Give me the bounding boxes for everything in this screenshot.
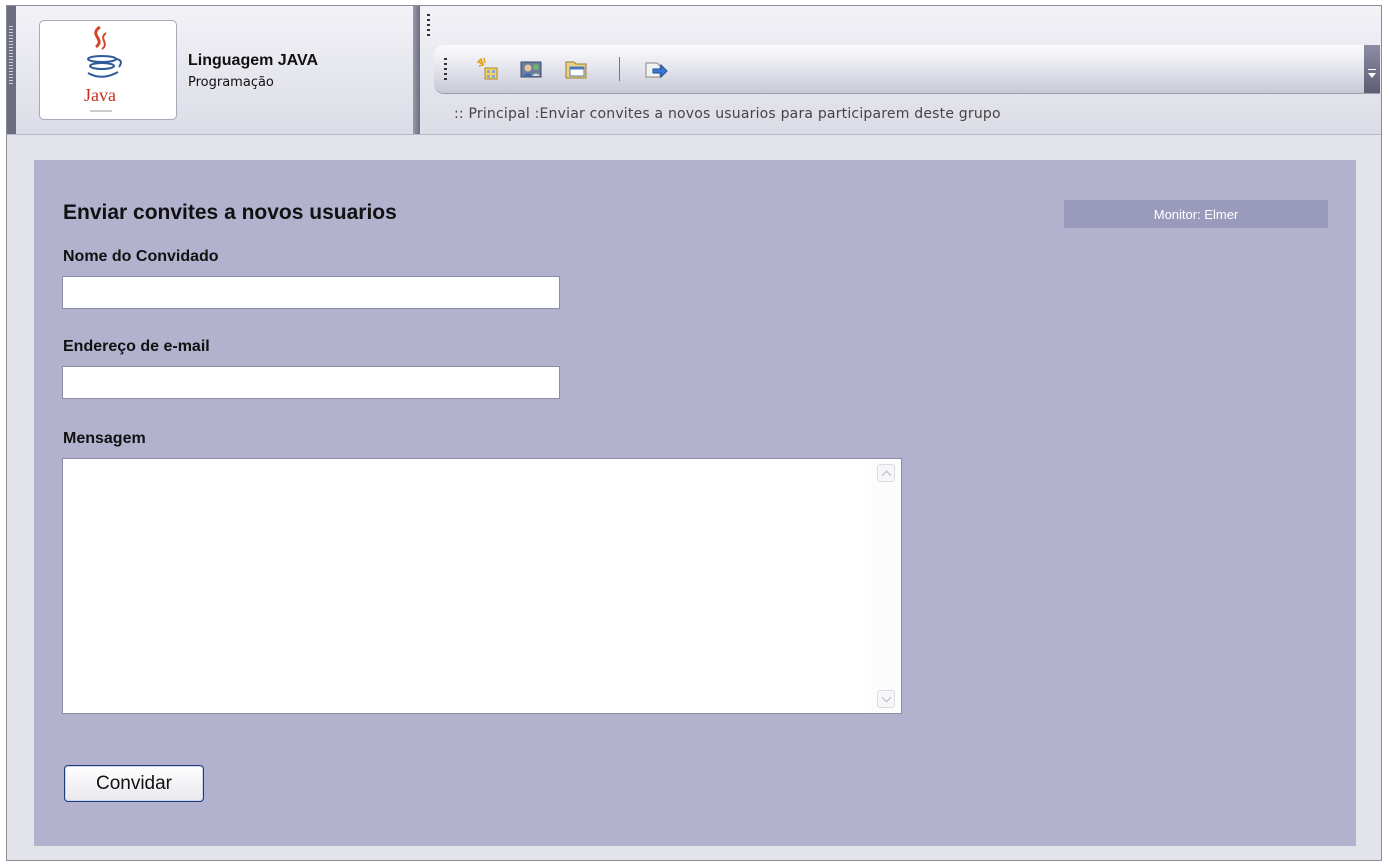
header: Java Linguagem JAVA Programação:: Princ…	[7, 6, 1381, 135]
new-items-button[interactable]	[474, 55, 502, 83]
chevron-up-icon	[881, 470, 891, 480]
forward-icon	[645, 62, 668, 79]
breadcrumb: :: Principal :Enviar convites a novos us…	[454, 106, 1001, 122]
app-window: Java Linguagem JAVA Programação:: Princ…	[6, 5, 1382, 861]
folder-window-button[interactable]	[562, 55, 590, 83]
chevron-down-icon	[881, 692, 891, 702]
contacts-button[interactable]	[517, 55, 545, 83]
sidebar-grip[interactable]	[7, 6, 16, 134]
group-name: Linguagem JAVA	[188, 52, 319, 69]
group-category: Programação	[188, 75, 274, 90]
scroll-down-button[interactable]	[877, 690, 895, 708]
forward-button[interactable]	[641, 55, 669, 83]
scroll-up-button[interactable]	[877, 464, 895, 482]
folder-window-icon	[565, 61, 587, 79]
message-label: Mensagem	[63, 430, 146, 447]
group-logo[interactable]: Java	[39, 20, 177, 120]
header-divider	[413, 6, 420, 134]
page-title: Enviar convites a novos usuarios	[63, 201, 397, 224]
toolbar-grip[interactable]	[444, 58, 447, 80]
chevron-down-icon	[1368, 73, 1376, 78]
message-textarea[interactable]	[63, 459, 871, 713]
monitor-badge: Monitor: Elmer	[1064, 200, 1328, 228]
new-items-icon	[476, 57, 498, 80]
name-input[interactable]	[62, 276, 560, 309]
toolbar-grip-top[interactable]	[427, 14, 430, 36]
email-label: Endereço de e-mail	[63, 338, 210, 355]
logo-text: Java	[84, 85, 116, 105]
java-logo-icon: Java	[84, 25, 122, 112]
message-field	[62, 458, 902, 714]
email-input[interactable]	[62, 366, 560, 399]
contacts-icon	[520, 61, 542, 78]
invite-form-panel: Enviar convites a novos usuarios Monitor…	[34, 160, 1356, 846]
name-label: Nome do Convidado	[63, 248, 219, 265]
toolbar-separator	[619, 57, 620, 81]
toolbar	[434, 45, 1380, 94]
message-scrollbar[interactable]	[871, 459, 901, 713]
invite-button[interactable]: Convidar	[64, 765, 204, 802]
toolbar-overflow-button[interactable]	[1364, 45, 1380, 93]
